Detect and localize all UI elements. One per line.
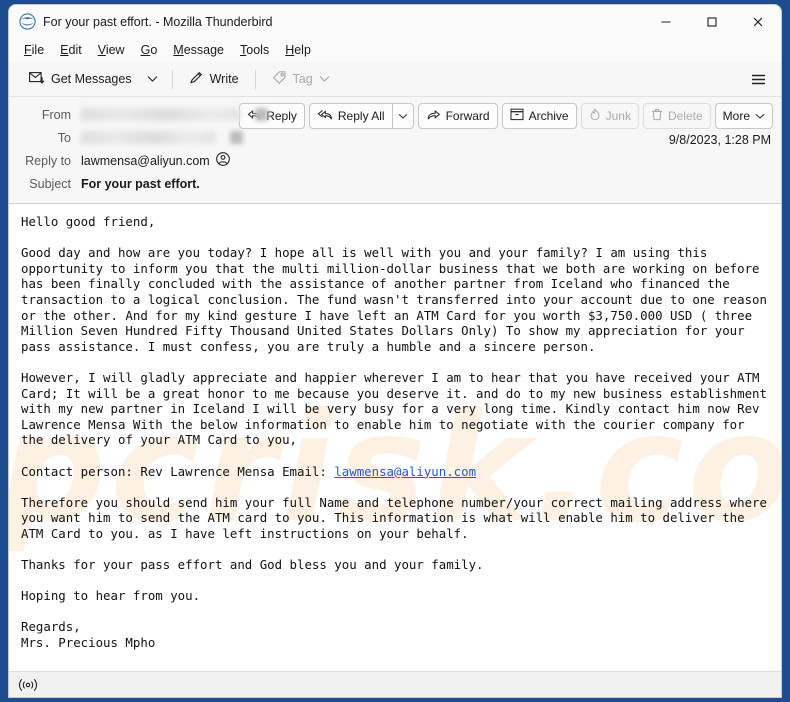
contact-email-link[interactable]: lawmensa@aliyun.com — [334, 464, 476, 479]
trash-icon — [651, 108, 663, 124]
reply-all-label: Reply All — [337, 109, 385, 123]
delete-label: Delete — [667, 109, 703, 123]
title-bar: For your past effort. - Mozilla Thunderb… — [9, 5, 781, 38]
archive-button[interactable]: Archive — [501, 103, 577, 129]
header-row-subject: Subject For your past effort. — [19, 172, 771, 195]
get-messages-dropdown[interactable] — [142, 66, 164, 92]
pencil-icon — [189, 70, 204, 88]
from-avatar-redacted — [255, 108, 268, 121]
from-label: From — [41, 107, 71, 122]
delete-button[interactable]: Delete — [642, 103, 711, 129]
menu-help-rest: elp — [294, 43, 311, 57]
menu-edit[interactable]: Edit — [53, 40, 89, 60]
menu-file-rest: ile — [31, 43, 45, 57]
app-menu-button[interactable] — [743, 66, 773, 92]
chevron-down-icon — [755, 113, 765, 119]
forward-button[interactable]: Forward — [417, 103, 498, 129]
menu-message-label: M — [173, 43, 184, 57]
menu-file[interactable]: File — [17, 40, 51, 60]
menu-view[interactable]: View — [91, 40, 132, 60]
to-label: To — [57, 130, 71, 145]
subject-value: For your past effort. — [81, 176, 200, 191]
body-part-1: Hello good friend, Good day and how are … — [21, 214, 767, 479]
reply-to-value-wrap[interactable]: lawmensa@aliyun.com — [81, 152, 230, 169]
write-label: Write — [209, 72, 239, 86]
to-avatar-redacted — [230, 131, 243, 144]
reply-label: Reply — [266, 109, 297, 123]
menu-message[interactable]: Message — [166, 40, 231, 60]
toolbar-separator-1 — [171, 69, 173, 89]
flame-icon — [589, 107, 601, 124]
close-button[interactable] — [735, 5, 781, 38]
body-part-2: Therefore you should send him your full … — [21, 494, 767, 651]
reply-all-arrow-icon — [317, 109, 333, 124]
chevron-down-icon — [147, 76, 158, 82]
menu-help-label: H — [285, 43, 295, 57]
thunderbird-icon — [19, 13, 36, 30]
write-button[interactable]: Write — [181, 66, 247, 92]
reply-all-dropdown-button[interactable] — [392, 103, 414, 129]
message-date: 9/8/2023, 1:28 PM — [668, 133, 771, 147]
chevron-down-icon — [319, 76, 330, 82]
tag-icon — [272, 70, 287, 88]
message-header: Reply Reply All Forward Archive Junk Del… — [9, 97, 781, 204]
toolbar-separator-2 — [254, 69, 256, 89]
main-toolbar: Get Messages Write Tag — [9, 62, 781, 97]
contact-person-icon[interactable] — [215, 152, 230, 169]
from-value[interactable] — [81, 108, 268, 121]
envelope-download-icon — [29, 71, 45, 88]
message-body-text: Hello good friend, Good day and how are … — [21, 214, 769, 651]
menu-bar: File Edit View Go Message Tools Help — [9, 38, 781, 62]
get-messages-label: Get Messages — [51, 72, 132, 86]
junk-button[interactable]: Junk — [580, 103, 639, 129]
header-row-to: To — [19, 126, 771, 149]
junk-label: Junk — [605, 109, 631, 123]
reply-button[interactable]: Reply — [239, 103, 305, 129]
minimize-button[interactable] — [643, 5, 689, 38]
menu-tools[interactable]: Tools — [233, 40, 276, 60]
menu-tools-rest: ools — [246, 43, 270, 57]
window-controls — [643, 5, 781, 38]
menu-go-rest: o — [150, 43, 158, 57]
maximize-button[interactable] — [689, 5, 735, 38]
hamburger-menu-icon — [751, 74, 765, 84]
to-value[interactable] — [81, 131, 243, 144]
to-redacted-value — [81, 131, 216, 144]
forward-arrow-icon — [426, 109, 441, 124]
more-button[interactable]: More — [714, 103, 773, 129]
menu-go-label: G — [140, 43, 151, 57]
menu-edit-label: E — [60, 43, 69, 57]
tag-label: Tag — [292, 72, 313, 86]
message-body: pcrisk.com Hello good friend, Good day a… — [9, 204, 781, 671]
archive-label: Archive — [528, 109, 569, 123]
get-messages-button[interactable]: Get Messages — [21, 66, 140, 92]
reply-to-value: lawmensa@aliyun.com — [81, 153, 210, 168]
menu-edit-rest: dit — [68, 43, 82, 57]
chevron-down-icon — [398, 113, 407, 119]
menu-message-rest: essage — [183, 43, 225, 57]
reply-to-label: Reply to — [25, 153, 71, 168]
window-title: For your past effort. - Mozilla Thunderb… — [43, 14, 273, 29]
menu-help[interactable]: Help — [278, 40, 318, 60]
thunderbird-window: For your past effort. - Mozilla Thunderb… — [8, 4, 782, 698]
more-label: More — [722, 109, 750, 123]
reply-all-group: Reply All — [308, 103, 414, 129]
menu-go[interactable]: Go — [134, 40, 165, 60]
menu-view-rest: iew — [105, 43, 125, 57]
desktop-background: For your past effort. - Mozilla Thunderb… — [0, 0, 790, 702]
from-redacted-value — [81, 108, 241, 121]
reply-all-button[interactable]: Reply All — [308, 103, 393, 129]
archive-box-icon — [510, 108, 524, 124]
title-bar-left: For your past effort. - Mozilla Thunderb… — [9, 13, 643, 30]
tag-button[interactable]: Tag — [264, 66, 338, 92]
message-action-buttons: Reply Reply All Forward Archive Junk Del… — [239, 103, 773, 129]
menu-view-label: V — [97, 43, 106, 57]
header-row-reply-to: Reply to lawmensa@aliyun.com — [19, 149, 771, 172]
subject-label: Subject — [29, 176, 71, 191]
forward-label: Forward — [445, 109, 490, 123]
menu-file-label: F — [24, 43, 32, 57]
broadcast-signal-icon[interactable] — [17, 678, 39, 692]
status-bar — [9, 671, 781, 697]
